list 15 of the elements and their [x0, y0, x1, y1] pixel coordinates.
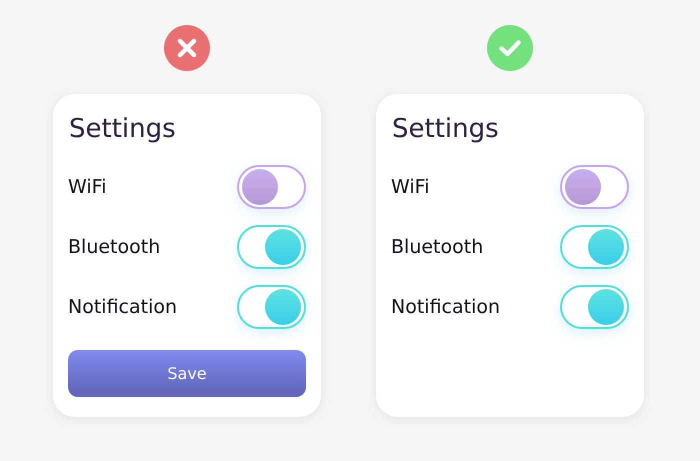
save-button[interactable]: Save	[68, 350, 306, 397]
toggle-switch[interactable]	[560, 225, 629, 269]
toggle-label: WiFi	[391, 174, 430, 200]
toggle-switch[interactable]	[560, 285, 629, 329]
toggle-switch[interactable]	[237, 285, 306, 329]
toggle-label: WiFi	[68, 174, 106, 200]
toggle-label: Notification	[391, 294, 500, 320]
toggle-label: Notification	[68, 294, 178, 320]
toggle-label: Bluetooth	[68, 234, 160, 260]
toggle-label: Bluetooth	[391, 234, 484, 260]
toggle-switch[interactable]	[237, 165, 306, 209]
card-title: Settings	[391, 113, 500, 146]
toggle-switch[interactable]	[560, 165, 629, 209]
card-title: Settings	[68, 113, 177, 146]
toggle-switch[interactable]	[237, 225, 306, 269]
